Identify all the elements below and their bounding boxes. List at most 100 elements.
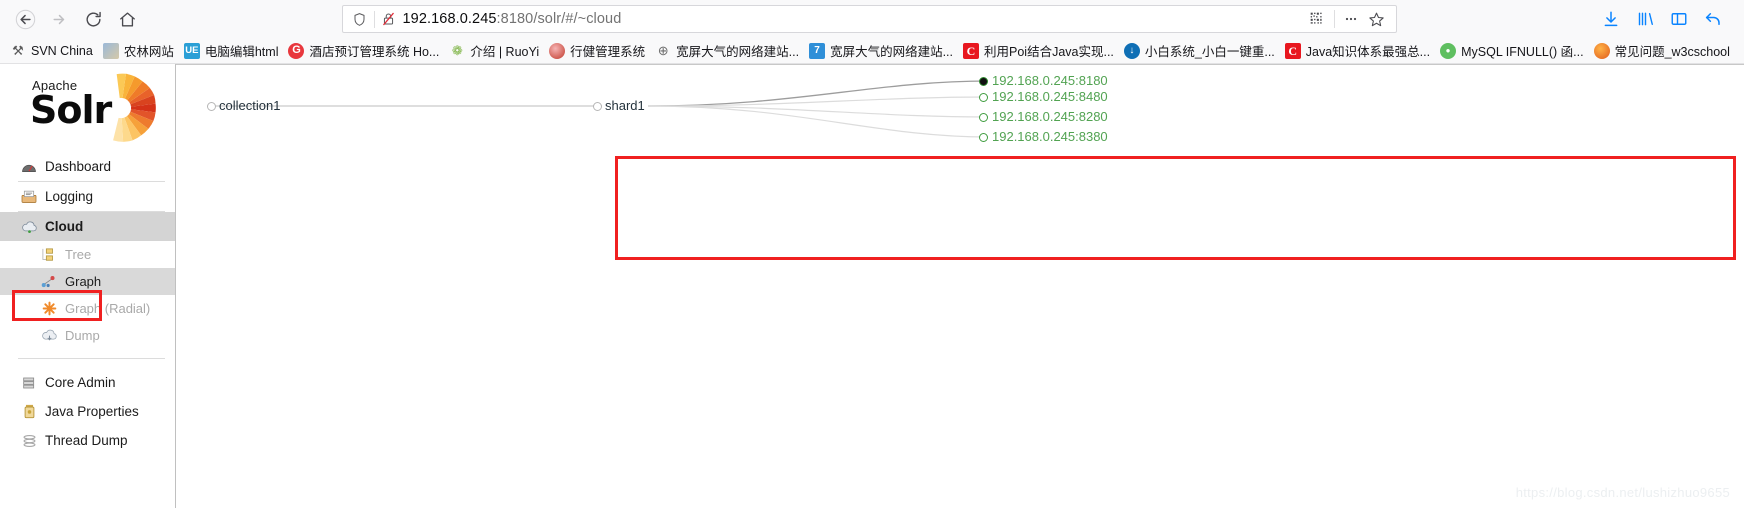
replica-label-2[interactable]: 192.168.0.245:8280 [992,109,1108,124]
solr-sidebar: Apache Solr Dashboard Logging Cloud Tree Gra… [0,64,176,508]
urlbar-container: 192.168.0.245:8180/solr/#/~cloud [144,5,1594,33]
cloud-icon [20,219,38,235]
sidebar-item-label: Logging [45,189,94,204]
watermark-text: https://blog.csdn.net/lushizhuo9655 [1515,485,1730,500]
library-books-icon[interactable] [1628,4,1662,34]
sidebar-item-label: Dashboard [45,159,112,174]
solr-nav-list: Dashboard Logging Cloud Tree Graph Graph (Rad… [0,152,175,455]
urlbar-action-divider [1333,10,1335,28]
dashboard-gauge-icon [20,159,38,175]
graph-nodes-icon [40,274,58,290]
bookmark-item[interactable]: C 利用Poi结合Java实现... [959,39,1120,62]
xingjian-icon [549,42,566,59]
sidebar-item-core-admin[interactable]: Core Admin [0,368,175,397]
svn-icon: ⚒ [12,43,24,58]
browser-chrome: 192.168.0.245:8180/solr/#/~cloud ⚒ SVN C… [0,0,1744,64]
bookmark-label: 电脑编辑html [204,45,279,59]
globe-icon: ⊕ [657,43,669,58]
replica-label-0[interactable]: 192.168.0.245:8180 [992,73,1108,88]
sidebar-item-logging[interactable]: Logging [0,182,175,211]
bookmark-label: 常见问题_w3cschool [1614,45,1730,59]
replica-marker-3[interactable] [979,132,988,142]
dump-cloud-icon [40,328,58,344]
bookmark-label: 酒店预订管理系统 Ho... [309,45,440,59]
sidebar-item-java-properties[interactable]: Java Properties [0,397,175,426]
csdn-c-icon: C [1284,42,1301,59]
thread-dump-icon [20,433,38,449]
site-blue-icon: 7 [809,42,826,59]
undo-back-icon[interactable] [1696,4,1730,34]
sidebar-item-dashboard[interactable]: Dashboard [0,152,175,181]
collection-node-label[interactable]: collection1 [219,98,280,113]
sidebar-item-label: Tree [65,247,92,262]
bookmark-item[interactable]: 7 宽屏大气的网络建站... [805,39,959,62]
cloud-graph[interactable]: collection1 shard1 192.168.0.245:8180 19… [176,65,1744,508]
graph-content-area: collection1 shard1 192.168.0.245:8180 19… [176,64,1744,508]
ue-editor-icon: UE [183,42,200,59]
replica-label-3[interactable]: 192.168.0.245:8380 [992,129,1108,144]
bookmark-item[interactable]: ↓ 小白系统_小白一键重... [1120,39,1281,62]
sidebar-item-cloud[interactable]: Cloud [0,212,175,241]
url-host: 192.168.0.245 [402,11,497,27]
navigation-toolbar: 192.168.0.245:8180/solr/#/~cloud [0,0,1744,38]
radial-asterisk-icon [40,301,58,317]
bookmark-item[interactable]: 行健管理系统 [545,39,651,62]
bookmark-label: 小白系统_小白一键重... [1144,45,1275,59]
bookmark-item[interactable]: ⚒ SVN China [6,41,99,61]
forward-button[interactable] [42,4,76,34]
sidebar-panel-icon[interactable] [1662,4,1696,34]
replica-marker-leader[interactable] [979,76,988,86]
page-actions-ellipsis-icon[interactable] [1338,11,1364,27]
bookmark-label: 农林网站 [123,45,174,59]
sidebar-item-graph-radial[interactable]: Graph (Radial) [0,295,175,322]
sidebar-item-label: Java Properties [45,404,139,419]
page-body: Apache Solr Dashboard Logging Cloud Tree Gra… [0,64,1744,508]
nav-divider [18,358,165,359]
urlbar-divider [373,10,375,28]
bookmark-item[interactable]: UE 电脑编辑html [180,39,285,62]
bookmark-item[interactable]: 常见问题_w3cschool [1590,39,1736,62]
bookmark-item[interactable]: ⊕ 宽屏大气的网络建站... [651,39,805,62]
url-path: :8180/solr/#/~cloud [496,11,622,27]
sidebar-item-label: Core Admin [45,375,116,390]
sidebar-item-thread-dump[interactable]: Thread Dump [0,426,175,455]
shard-node-marker[interactable] [593,101,602,111]
bookmark-item[interactable]: 农林网站 [99,39,180,62]
bookmark-label: 介绍 | RuoYi [470,45,540,59]
back-button[interactable] [8,4,42,34]
bookmark-star-icon[interactable] [1364,11,1390,28]
reload-button[interactable] [76,4,110,34]
home-button[interactable] [110,4,144,34]
bookmark-item[interactable]: ● MySQL IFNULL() 函... [1436,39,1589,62]
ruoyi-leaf-icon: ❁ [451,43,463,58]
bookmark-item[interactable]: C Java知识体系最强总... [1281,39,1436,62]
mysql-icon: ● [1440,42,1457,59]
sidebar-item-label: Graph (Radial) [65,301,151,316]
bookmark-label: 宽屏大气的网络建站... [676,45,800,59]
bookmark-label: MySQL IFNULL() 函... [1461,45,1584,59]
solr-logo[interactable]: Apache Solr [0,64,175,152]
bookmark-item[interactable]: ❁ 介绍 | RuoYi [445,39,545,62]
logging-tray-icon [20,189,38,205]
bookmark-label: 宽屏大气的网络建站... [830,45,953,59]
replica-label-1[interactable]: 192.168.0.245:8480 [992,89,1108,104]
sidebar-item-dump[interactable]: Dump [0,322,175,349]
qr-code-icon[interactable] [1305,12,1331,27]
url-text[interactable]: 192.168.0.245:8180/solr/#/~cloud [403,11,1305,27]
bookmarks-bar: ⚒ SVN China 农林网站 UE 电脑编辑html G 酒店预订管理系统 Ho... ❁… [0,38,1744,64]
sidebar-item-tree[interactable]: Tree [0,241,175,268]
replica-marker-1[interactable] [979,92,988,102]
csdn-c-icon: C [963,42,979,59]
sidebar-item-graph[interactable]: Graph [0,268,175,295]
shard-node-label[interactable]: shard1 [605,98,645,113]
bookmark-item[interactable]: G 酒店预订管理系统 Ho... [284,39,445,62]
lock-slashed-insecure-icon[interactable] [381,11,396,27]
collection-node-marker[interactable] [207,101,216,111]
tracking-protection-shield-icon[interactable] [352,12,367,27]
replica-marker-2[interactable] [979,112,988,122]
solr-name-text: Solr [30,88,112,132]
hotel-g-icon: G [288,42,305,59]
download-arrow-icon[interactable] [1594,4,1628,34]
java-properties-icon [20,404,38,420]
url-bar[interactable]: 192.168.0.245:8180/solr/#/~cloud [341,5,1397,33]
